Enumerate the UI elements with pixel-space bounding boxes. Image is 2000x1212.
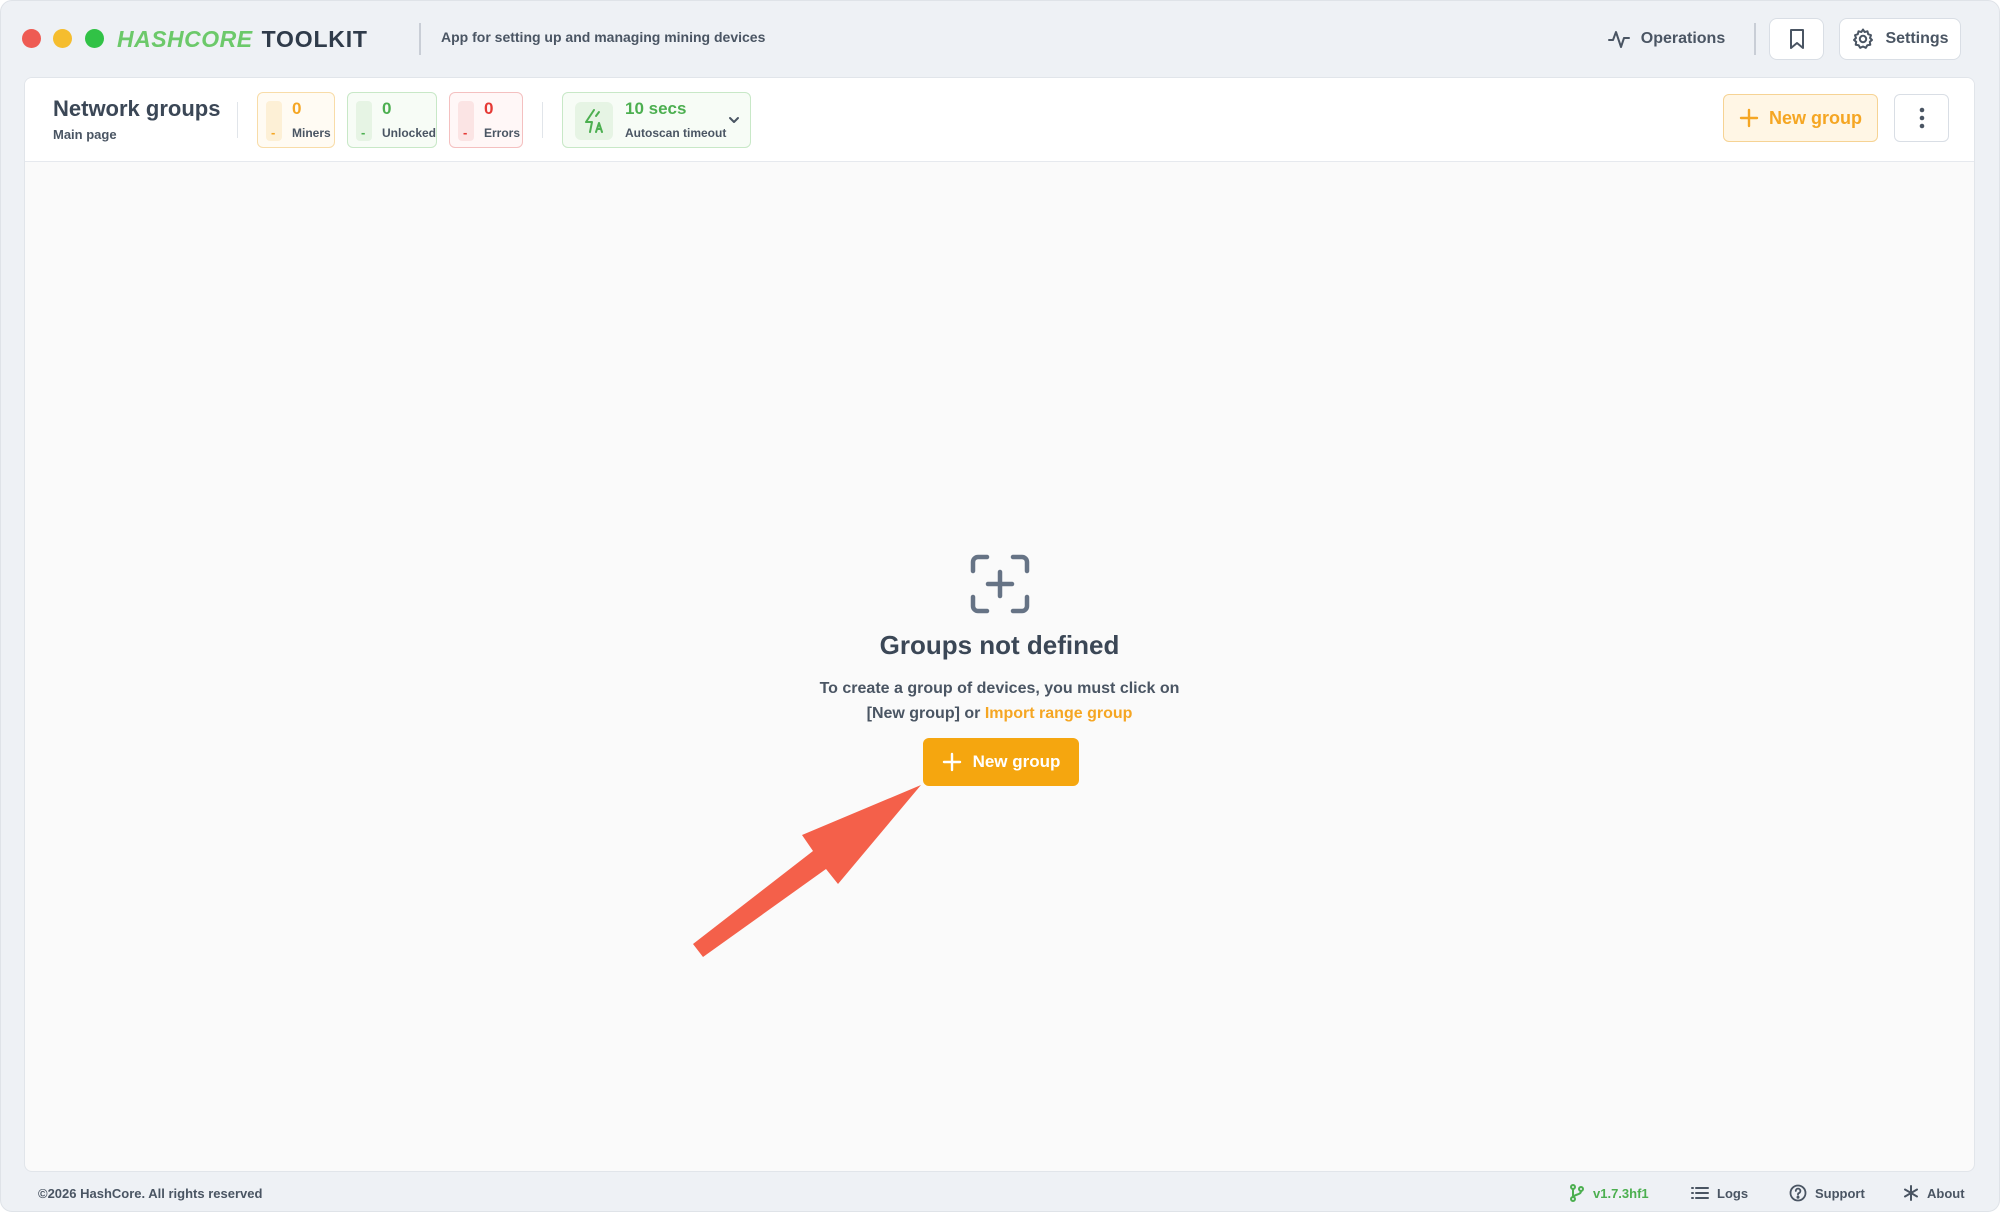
page-title: Network groups bbox=[53, 96, 221, 121]
autoscan-label: Autoscan timeout bbox=[625, 126, 727, 140]
unlocked-stat-dash: - bbox=[361, 125, 366, 140]
app-window: HASHCORE TOOLKIT App for setting up and … bbox=[0, 0, 2000, 1212]
miners-count: 0 bbox=[292, 99, 302, 118]
copyright-text: ©2026 HashCore. All rights reserved bbox=[38, 1186, 263, 1201]
new-group-button-header[interactable]: New group bbox=[1723, 94, 1878, 142]
logs-text: Logs bbox=[1717, 1185, 1749, 1201]
new-group-label: New group bbox=[1769, 107, 1862, 128]
minimize-window-button[interactable] bbox=[53, 29, 72, 48]
new-group-button-label: New group bbox=[972, 752, 1061, 771]
settings-label: Settings bbox=[1885, 30, 1949, 47]
errors-stat-dash: - bbox=[463, 125, 468, 140]
close-window-button[interactable] bbox=[22, 29, 41, 48]
miners-stat[interactable]: - 0 Miners bbox=[257, 92, 335, 148]
gear-icon bbox=[1853, 28, 1874, 49]
app-tagline: App for setting up and managing mining d… bbox=[441, 29, 766, 45]
help-circle-icon bbox=[1789, 1184, 1807, 1202]
chevron-down-icon bbox=[729, 117, 739, 123]
list-icon bbox=[1691, 1187, 1709, 1199]
new-group-button[interactable]: New group bbox=[923, 738, 1079, 786]
empty-state-line-2: [New group] or Import range group bbox=[25, 701, 1974, 726]
bookmark-button[interactable] bbox=[1769, 18, 1824, 60]
title-bar: HASHCORE TOOLKIT App for setting up and … bbox=[1, 1, 1999, 77]
header-divider bbox=[542, 102, 543, 138]
version-link[interactable]: v1.7.3hf1 bbox=[1569, 1183, 1649, 1203]
app-logo: HASHCORE TOOLKIT bbox=[117, 25, 368, 53]
about-link[interactable]: About bbox=[1903, 1183, 1965, 1203]
operations-label: Operations bbox=[1640, 30, 1726, 47]
asterisk-icon bbox=[1904, 1185, 1918, 1201]
unlocked-count: 0 bbox=[382, 99, 392, 118]
bookmark-icon bbox=[1789, 29, 1804, 49]
activity-icon bbox=[1607, 31, 1630, 48]
errors-label: Errors bbox=[484, 126, 521, 140]
empty-state-description: To create a group of devices, you must c… bbox=[25, 676, 1974, 726]
support-link[interactable]: Support bbox=[1789, 1183, 1865, 1203]
about-text: About bbox=[1927, 1185, 1965, 1201]
auto-flash-icon bbox=[585, 109, 603, 133]
plus-icon bbox=[942, 752, 961, 772]
header-divider bbox=[237, 102, 238, 138]
title-divider bbox=[419, 23, 421, 55]
logs-link[interactable]: Logs bbox=[1691, 1183, 1748, 1203]
unlocked-label: Unlocked bbox=[382, 126, 437, 140]
maximize-window-button[interactable] bbox=[85, 29, 104, 48]
add-group-icon bbox=[970, 554, 1030, 614]
empty-state-line-1: To create a group of devices, you must c… bbox=[819, 680, 1180, 697]
unlocked-stat[interactable]: - 0 Unlocked bbox=[347, 92, 437, 148]
toolbar-divider bbox=[1754, 23, 1756, 55]
miners-label: Miners bbox=[292, 126, 331, 140]
errors-stat[interactable]: - 0 Errors bbox=[449, 92, 523, 148]
more-vertical-icon bbox=[1919, 107, 1924, 129]
autoscan-value: 10 secs bbox=[625, 99, 687, 118]
breadcrumb: Main page bbox=[53, 127, 117, 142]
autoscan-icon-box bbox=[575, 102, 613, 140]
errors-count: 0 bbox=[484, 99, 494, 118]
version-text: v1.7.3hf1 bbox=[1593, 1185, 1649, 1201]
operations-button[interactable]: Operations bbox=[1601, 18, 1731, 60]
status-bar: ©2026 HashCore. All rights reserved v1.7… bbox=[1, 1173, 1999, 1211]
logo-highlight-text: HASHCORE bbox=[117, 25, 253, 52]
logo-main-text: TOOLKIT bbox=[261, 25, 368, 52]
miners-stat-dash: - bbox=[271, 125, 276, 140]
more-options-button[interactable] bbox=[1894, 94, 1949, 142]
main-panel: Network groups Main page - 0 Miners - 0 … bbox=[24, 77, 1975, 1172]
empty-state-line-2-text: [New group] or bbox=[866, 705, 981, 722]
import-range-group-link[interactable]: Import range group bbox=[985, 705, 1133, 722]
autoscan-timeout-dropdown[interactable]: 10 secs Autoscan timeout bbox=[562, 92, 751, 148]
plus-icon bbox=[1739, 108, 1759, 128]
git-branch-icon bbox=[1570, 1184, 1584, 1202]
settings-button[interactable]: Settings bbox=[1839, 18, 1961, 60]
page-header: Network groups Main page - 0 Miners - 0 … bbox=[25, 78, 1974, 162]
empty-state-title: Groups not defined bbox=[879, 630, 1120, 660]
support-text: Support bbox=[1815, 1185, 1865, 1201]
